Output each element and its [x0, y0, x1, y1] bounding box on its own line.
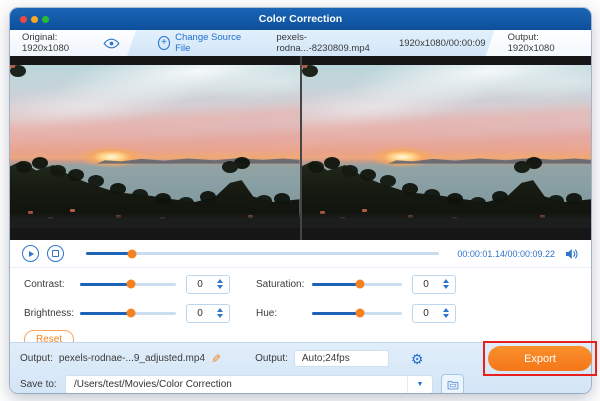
output-format-value: Auto;24fps — [302, 353, 350, 364]
step-down-icon[interactable] — [443, 285, 449, 289]
contrast-slider-fill — [80, 283, 131, 286]
export-button[interactable]: Export — [488, 346, 592, 371]
seek-bar-fill — [86, 252, 132, 255]
playback-time: 00:00:01.14/00:00:09.22 — [457, 249, 555, 259]
hue-row: Hue: 0 — [256, 303, 456, 323]
play-icon — [29, 251, 34, 257]
save-path-dropdown[interactable]: ▼ — [407, 376, 432, 393]
change-source-file-button[interactable]: + Change Source File — [158, 32, 246, 54]
original-preview-frame — [10, 65, 300, 228]
step-up-icon[interactable] — [443, 279, 449, 283]
step-up-icon[interactable] — [217, 279, 223, 283]
seek-bar[interactable] — [86, 252, 439, 255]
stop-icon — [52, 250, 59, 257]
step-up-icon[interactable] — [217, 308, 223, 312]
app-window: Color Correction Original: 1920x1080 + C… — [10, 8, 591, 393]
minimize-window-button[interactable] — [31, 16, 38, 23]
house-roofs — [10, 65, 15, 68]
browse-folder-button[interactable] — [441, 374, 464, 393]
tab-output[interactable]: Output: 1920x1080 — [486, 30, 591, 56]
saturation-label: Saturation: — [256, 279, 312, 290]
folder-icon — [447, 380, 459, 390]
source-file-info: 1920x1080/00:00:09 — [399, 38, 486, 49]
video-preview-area — [10, 56, 591, 240]
brightness-slider-handle[interactable] — [126, 309, 135, 318]
brightness-label: Brightness: — [24, 308, 80, 319]
plus-icon: + — [158, 36, 170, 50]
original-video-pane — [10, 56, 300, 240]
screenshot-canvas: Color Correction Original: 1920x1080 + C… — [0, 0, 600, 401]
zoom-window-button[interactable] — [42, 16, 49, 23]
contrast-value[interactable]: 0 — [187, 279, 213, 290]
step-down-icon[interactable] — [217, 285, 223, 289]
sun-glow — [359, 143, 446, 171]
export-highlight-box: Export — [483, 341, 597, 376]
foreground-shadow — [10, 212, 300, 228]
saturation-slider[interactable] — [312, 283, 402, 286]
brightness-value[interactable]: 0 — [187, 308, 213, 319]
contrast-row: Contrast: 0 — [24, 274, 230, 294]
output-preview-frame — [302, 65, 592, 228]
change-source-file-label: Change Source File — [175, 32, 246, 54]
brightness-slider[interactable] — [80, 312, 176, 315]
source-info-bar: Original: 1920x1080 + Change Source File… — [10, 30, 591, 56]
step-up-icon[interactable] — [443, 308, 449, 312]
play-button[interactable] — [22, 245, 39, 262]
traffic-lights — [20, 16, 49, 23]
edit-filename-icon[interactable]: ✎ — [211, 352, 221, 366]
output-format-field[interactable]: Auto;24fps — [294, 350, 389, 367]
contrast-label: Contrast: — [24, 279, 80, 290]
window-title: Color Correction — [10, 13, 591, 25]
saturation-spinner: 0 — [412, 275, 456, 294]
output-format-label: Output: — [255, 353, 288, 364]
brightness-spinner: 0 — [186, 304, 230, 323]
playback-bar: 00:00:01.14/00:00:09.22 — [10, 240, 591, 268]
hue-value[interactable]: 0 — [413, 308, 439, 319]
eye-icon[interactable] — [103, 38, 120, 49]
title-bar: Color Correction — [10, 8, 591, 30]
foreground-shadow — [302, 212, 592, 228]
step-down-icon[interactable] — [443, 314, 449, 318]
contrast-spinner: 0 — [186, 275, 230, 294]
save-to-label: Save to: — [20, 379, 65, 390]
saturation-value[interactable]: 0 — [413, 279, 439, 290]
sun-glow — [68, 143, 155, 171]
saturation-row: Saturation: 0 — [256, 274, 456, 294]
contrast-stepper[interactable] — [213, 279, 229, 289]
hue-slider-fill — [312, 312, 360, 315]
stop-button[interactable] — [47, 245, 64, 262]
original-resolution-label: Original: 1920x1080 — [22, 32, 91, 54]
hue-stepper[interactable] — [439, 308, 455, 318]
save-path-input[interactable]: /Users/test/Movies/Color Correction ▼ — [65, 375, 433, 393]
saturation-stepper[interactable] — [439, 279, 455, 289]
hue-spinner: 0 — [412, 304, 456, 323]
close-window-button[interactable] — [20, 16, 27, 23]
source-file-name: pexels-rodna...-8230809.mp4 — [276, 32, 383, 54]
brightness-stepper[interactable] — [213, 308, 229, 318]
seek-bar-handle[interactable] — [127, 249, 136, 258]
saturation-slider-handle[interactable] — [355, 280, 364, 289]
format-settings-gear-icon[interactable]: ⚙ — [411, 352, 424, 366]
chevron-down-icon: ▼ — [417, 381, 424, 388]
step-down-icon[interactable] — [217, 314, 223, 318]
tab-original[interactable]: Original: 1920x1080 — [10, 30, 136, 56]
brightness-slider-fill — [80, 312, 131, 315]
volume-icon[interactable] — [565, 248, 579, 260]
hue-slider-handle[interactable] — [355, 309, 364, 318]
color-adjust-panel: Contrast: 0 Saturation: — [10, 268, 591, 342]
hue-slider[interactable] — [312, 312, 402, 315]
hue-label: Hue: — [256, 308, 312, 319]
output-file-name: pexels-rodnae-...9_adjusted.mp4 — [59, 353, 205, 364]
output-resolution-label: Output: 1920x1080 — [508, 32, 577, 54]
save-to-row: Save to: /Users/test/Movies/Color Correc… — [20, 375, 581, 393]
output-name-label: Output: — [20, 353, 53, 364]
house-roofs — [302, 65, 307, 68]
contrast-slider[interactable] — [80, 283, 176, 286]
brightness-row: Brightness: 0 — [24, 303, 230, 323]
save-path-value: /Users/test/Movies/Color Correction — [66, 379, 407, 390]
saturation-slider-fill — [312, 283, 360, 286]
contrast-slider-handle[interactable] — [126, 280, 135, 289]
output-video-pane — [300, 56, 592, 240]
